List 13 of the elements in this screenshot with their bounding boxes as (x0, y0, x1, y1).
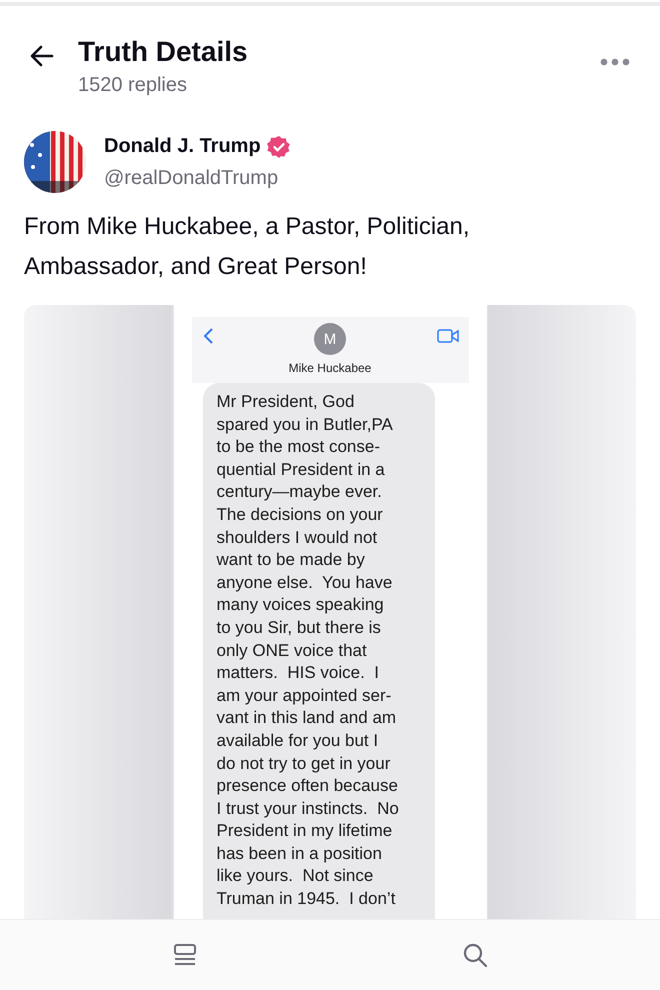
image-attachment[interactable] (24, 305, 636, 919)
contact-initial: M (314, 323, 346, 355)
feed-icon[interactable] (172, 942, 198, 968)
contact-name: Mike Huckabee (288, 361, 372, 375)
author-handle[interactable]: @realDonaldTrump (104, 166, 291, 190)
post-text: From Mike Huckabee, a Pastor, Politician, Ambassador, and Great Person! (24, 212, 471, 282)
back-chevron-icon (202, 327, 214, 345)
page-title: Truth Details (78, 36, 249, 68)
reply-count: 1520 replies (78, 74, 188, 97)
search-icon[interactable] (462, 942, 488, 968)
message-text: Mr President, God spared you in Butler,PA to be the most conse- quential President in a century—maybe ever. The decisions on your shoulders I would not want to be made by anyone else. You have many voices speaking to you Sir, but there is only ONE voice that matters. HIS voice. I am your appointed ser- vant in this land and am available for you but I do not try to get in your presence often because I trust your instincts. No President in my lifetime has been in a position like yours. Not since Truman in 1945. I don’t (202, 383, 434, 919)
author-name[interactable]: Donald J. Trump (104, 135, 261, 158)
video-camera-icon (436, 329, 458, 343)
